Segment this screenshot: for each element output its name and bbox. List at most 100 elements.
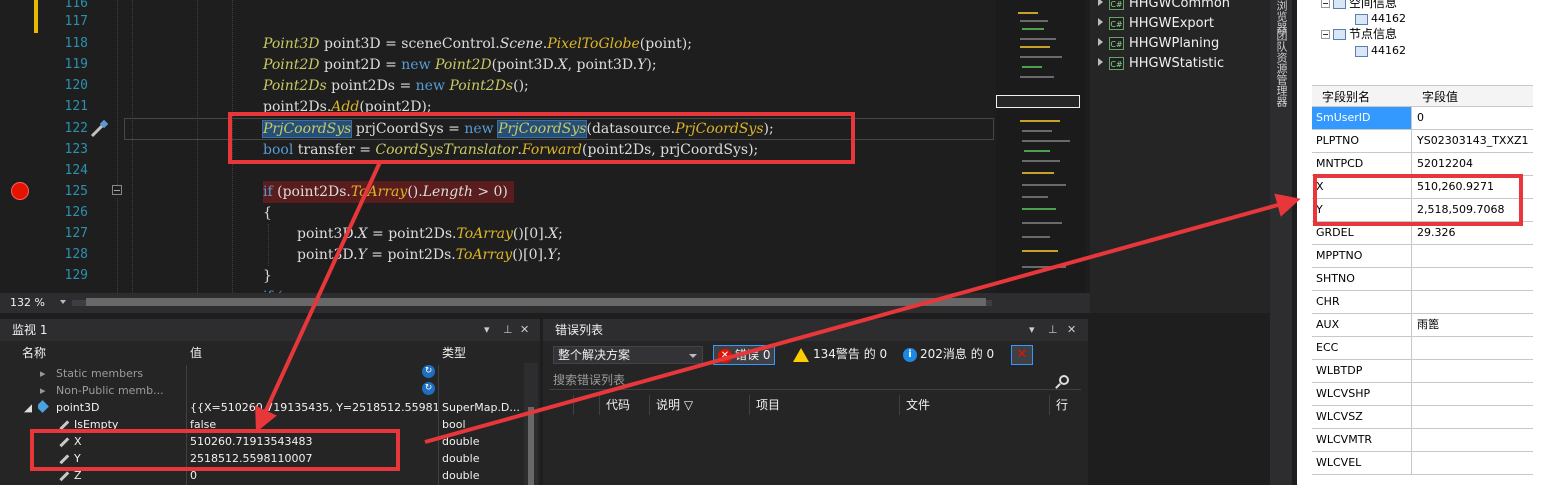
code-line-125[interactable]: if (point2Ds.ToArray().Length > 0) — [263, 181, 514, 203]
column-header-description[interactable]: 说明 ▽ — [649, 395, 749, 415]
close-icon[interactable]: ✕ — [520, 323, 529, 336]
close-icon[interactable]: ✕ — [1067, 323, 1076, 336]
property-row[interactable]: ECC — [1312, 337, 1533, 360]
column-header-name[interactable]: 名称 — [22, 343, 46, 363]
expand-arrow-icon[interactable] — [1098, 18, 1103, 26]
search-error-list-input[interactable]: 搜索错误列表 — [549, 370, 1081, 390]
property-row[interactable]: PLPTNO YS02303143_TXXZ1 — [1312, 130, 1533, 153]
csharp-file-icon: C# — [1109, 37, 1124, 50]
expand-arrow-icon[interactable] — [1098, 38, 1103, 46]
tree-node-child[interactable]: 44162 — [1355, 12, 1406, 26]
code-line-119[interactable]: Point2D point2D = new Point2D(point3D.X,… — [263, 54, 657, 76]
code-line-126[interactable]: { — [263, 202, 272, 224]
collapse-arrow-icon[interactable]: ◢ — [24, 399, 32, 416]
indent-guide — [132, 0, 133, 293]
property-row[interactable]: MNTPCD 52012204 — [1312, 153, 1533, 176]
column-header-type[interactable]: 类型 — [442, 343, 466, 363]
minimap-line — [1020, 38, 1056, 40]
annotation-box-code — [228, 112, 855, 164]
watch-row[interactable]: ▸ Non-Public memb... ↻ — [0, 382, 524, 399]
refresh-icon[interactable]: ↻ — [422, 382, 435, 395]
breakpoint-icon[interactable] — [11, 182, 29, 200]
minimap-line — [1020, 20, 1048, 22]
column-header-value[interactable]: 值 — [190, 343, 202, 363]
property-row[interactable]: WLCVMTR — [1312, 429, 1533, 452]
errors-filter-button[interactable]: ✕ 错误 0 — [713, 345, 776, 365]
column-header-file[interactable]: 文件 — [899, 395, 1049, 415]
column-header-value[interactable]: 字段值 — [1422, 86, 1458, 108]
property-row[interactable]: SmUserID 0 — [1312, 107, 1533, 130]
column-header-blank[interactable] — [573, 395, 599, 415]
pin-icon[interactable]: ⊥ — [1048, 323, 1058, 336]
brush-icon[interactable] — [88, 118, 110, 140]
search-icon[interactable] — [1059, 375, 1069, 385]
dropdown-icon[interactable]: ▾ — [484, 323, 490, 336]
indent-guide — [197, 0, 198, 293]
code-minimap[interactable] — [996, 0, 1086, 293]
line-number: 126 — [64, 205, 88, 220]
column-header-code[interactable]: 代码 — [599, 395, 649, 415]
filter-toggle-button[interactable]: ✕ — [1011, 345, 1033, 365]
project-item[interactable]: C# HHGWPlaning — [1090, 34, 1219, 54]
expand-arrow-icon[interactable] — [1098, 58, 1103, 66]
messages-filter-button[interactable]: i 202消息 的 0 — [899, 345, 998, 365]
property-row[interactable]: WLBTDP — [1312, 360, 1533, 383]
minimap-line — [1022, 208, 1056, 210]
dropdown-icon[interactable]: ▾ — [1029, 323, 1035, 336]
chevron-down-icon[interactable] — [60, 300, 66, 304]
chevron-down-icon: ▽ — [683, 398, 694, 412]
collapse-toggle[interactable] — [112, 185, 122, 195]
breakpoint-gutter[interactable] — [0, 0, 34, 293]
column-header-line[interactable]: 行 — [1049, 395, 1083, 415]
code-editor[interactable]: 116 117 118 119 120 121 122 123 124 125 … — [0, 0, 1090, 293]
tree-node-child[interactable]: 44162 — [1355, 44, 1406, 58]
side-tab-team-explorer[interactable]: 团队资源管理器 — [1274, 30, 1288, 107]
watch-row[interactable]: ▸ Static members ↻ — [0, 365, 524, 382]
property-row[interactable]: WLCVSHP — [1312, 383, 1533, 406]
property-row[interactable]: MPPTNO — [1312, 245, 1533, 268]
project-item[interactable]: C# HHGWExport — [1090, 14, 1214, 34]
property-row[interactable]: WLCVSZ — [1312, 406, 1533, 429]
indent-guide — [268, 224, 269, 266]
column-header-alias[interactable]: 字段别名 — [1322, 86, 1370, 108]
side-tab-browser[interactable]: 浏览器 — [1274, 0, 1288, 33]
outline-guide — [117, 0, 118, 185]
watch-row[interactable]: ◢ point3D {{X=510260.719135435, Y=251851… — [0, 399, 524, 416]
code-line-130[interactable]: if ( — [263, 286, 283, 293]
minimap-viewport[interactable] — [996, 95, 1080, 108]
line-number: 118 — [64, 36, 88, 51]
minimap-line — [1020, 120, 1060, 122]
code-line-128[interactable]: point3D.Y = point2Ds.ToArray()[0].Y; — [297, 244, 561, 266]
minimap-line — [1022, 222, 1062, 224]
warnings-filter-button[interactable]: 134警告 的 0 — [789, 345, 891, 365]
horizontal-scrollbar-thumb[interactable] — [86, 298, 986, 306]
tree-node-spatial-info[interactable]: 空间信息 — [1321, 0, 1397, 10]
vertical-scrollbar-thumb[interactable] — [528, 407, 534, 485]
collapse-icon[interactable] — [1321, 0, 1330, 8]
project-item[interactable]: C# HHGWStatistic — [1090, 54, 1224, 74]
tree-node-node-info[interactable]: 节点信息 — [1321, 27, 1397, 41]
project-item[interactable]: C# HHGWCommon — [1090, 0, 1230, 14]
chevron-down-icon[interactable] — [689, 354, 697, 358]
code-line-118[interactable]: Point3D point3D = sceneControl.Scene.Pix… — [263, 33, 692, 55]
column-header-project[interactable]: 项目 — [749, 395, 899, 415]
property-row[interactable]: SHTNO — [1312, 268, 1533, 291]
expand-arrow-icon[interactable] — [1098, 0, 1103, 6]
pin-icon[interactable]: ⊥ — [503, 323, 513, 336]
minimap-line — [1020, 56, 1062, 58]
expand-arrow-icon[interactable]: ▸ — [40, 382, 46, 399]
code-line-129[interactable]: } — [263, 265, 272, 287]
watch-title: 监视 1 — [0, 319, 540, 341]
line-number: 127 — [64, 226, 88, 241]
refresh-icon[interactable]: ↻ — [422, 365, 435, 378]
minimap-line — [1022, 236, 1050, 238]
collapse-icon[interactable] — [1321, 30, 1330, 39]
property-row[interactable]: AUX 雨篦 — [1312, 314, 1533, 337]
minimap-line — [1022, 266, 1066, 268]
property-row[interactable]: CHR — [1312, 291, 1533, 314]
scope-dropdown[interactable]: 整个解决方案 — [553, 346, 703, 364]
code-line-120[interactable]: Point2Ds point2Ds = new Point2Ds(); — [263, 75, 529, 97]
code-line-127[interactable]: point3D.X = point2Ds.ToArray()[0].X; — [297, 223, 563, 245]
property-row[interactable]: WLCVEL — [1312, 452, 1533, 475]
expand-arrow-icon[interactable]: ▸ — [40, 365, 46, 382]
